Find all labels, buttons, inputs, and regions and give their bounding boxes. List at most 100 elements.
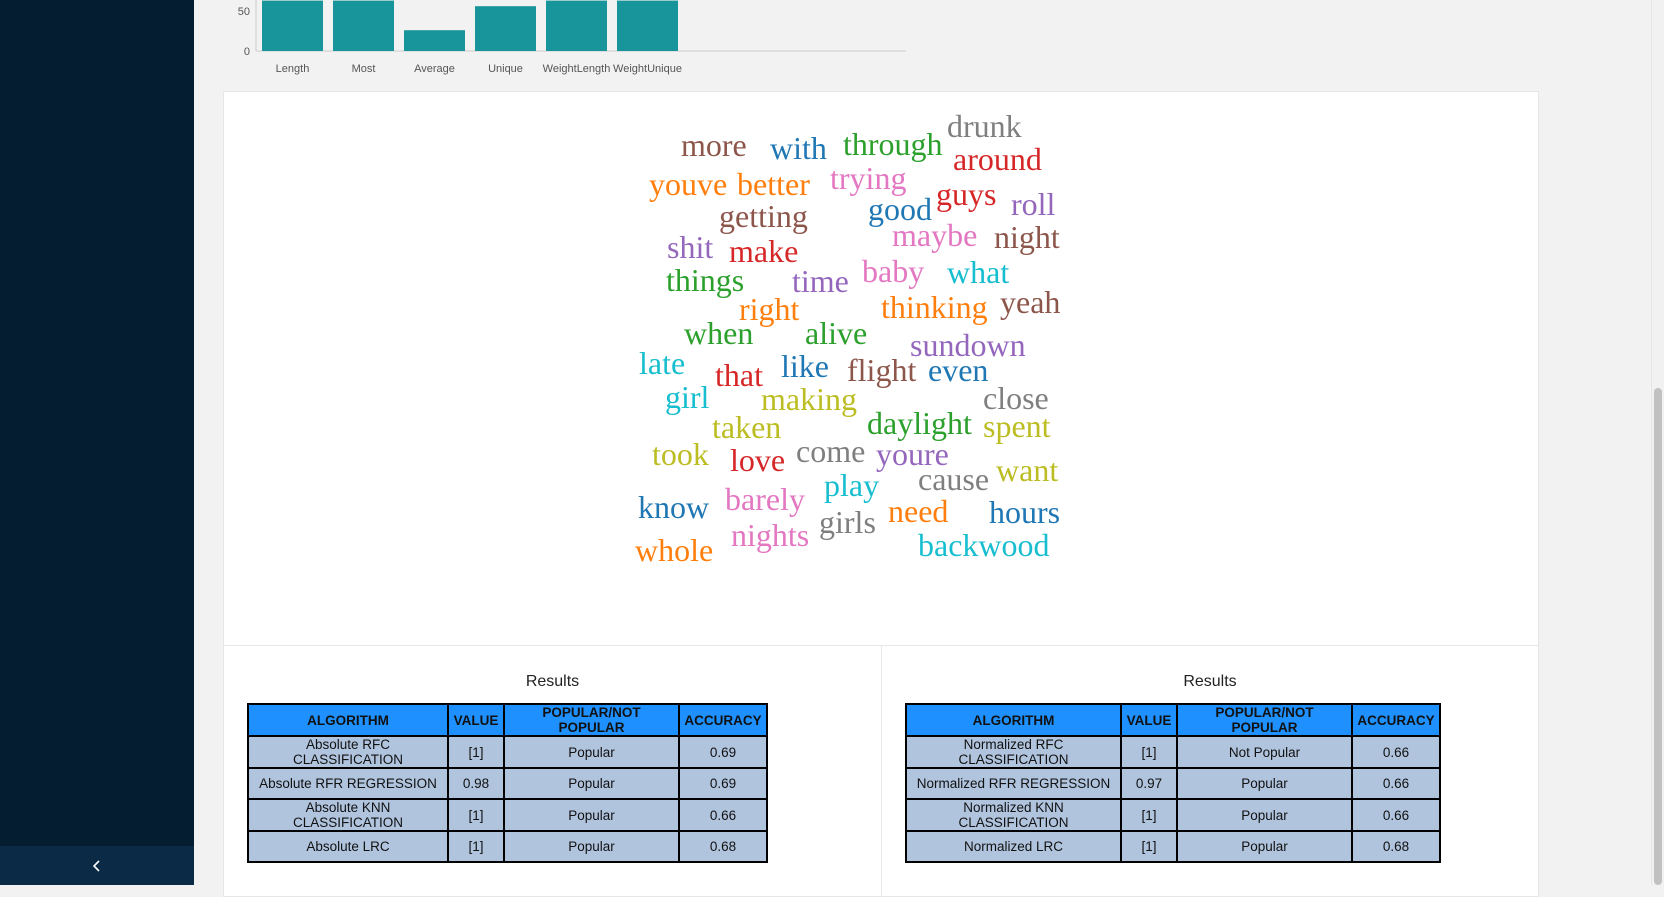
word-cloud-word: spent: [983, 408, 1051, 444]
word-cloud-word: through: [843, 126, 943, 162]
popularity-cell: Popular: [503, 798, 680, 832]
word-cloud-word: baby: [862, 253, 925, 289]
scrollbar-thumb[interactable]: [1654, 388, 1662, 885]
vertical-scrollbar[interactable]: [1651, 0, 1664, 885]
word-cloud-word: nights: [731, 517, 810, 553]
results-table-absolute: ALGORITHM VALUE POPULAR/NOT POPULAR ACCU…: [247, 703, 768, 863]
word-cloud-word: time: [792, 263, 849, 299]
popularity-cell: Popular: [503, 830, 680, 863]
column-header-popularity: POPULAR/NOT POPULAR: [503, 703, 680, 737]
value-cell: [1]: [1120, 735, 1178, 769]
value-cell: [1]: [447, 798, 505, 832]
table-row: Absolute RFC CLASSIFICATION [1] Popular …: [247, 735, 768, 769]
algorithm-cell: Absolute RFR REGRESSION: [247, 767, 449, 800]
value-cell: 0.98: [447, 767, 505, 800]
table-row: Normalized RFR REGRESSION 0.97 Popular 0…: [905, 767, 1441, 800]
word-cloud-word: like: [781, 348, 829, 384]
column-header-value: VALUE: [1120, 703, 1178, 737]
results-title: Results: [525, 673, 580, 690]
bar: [617, 0, 678, 52]
word-cloud-word: late: [639, 345, 686, 381]
word-cloud-word: come: [796, 433, 866, 469]
results-table-normalized: ALGORITHM VALUE POPULAR/NOT POPULAR ACCU…: [905, 703, 1441, 863]
chevron-left-icon: [92, 859, 100, 872]
word-cloud-word: shit: [667, 229, 714, 265]
accuracy-cell: 0.66: [1351, 798, 1441, 832]
table-header-row: ALGORITHM VALUE POPULAR/NOT POPULAR ACCU…: [247, 703, 768, 737]
algorithm-cell: Normalized LRC: [905, 830, 1122, 863]
word-cloud-word: want: [996, 452, 1059, 488]
accuracy-cell: 0.66: [1351, 735, 1441, 769]
word-cloud-word: girl: [665, 379, 710, 415]
accuracy-cell: 0.66: [678, 798, 768, 832]
word-cloud-word: barely: [725, 481, 805, 517]
word-cloud-word: alive: [805, 315, 868, 351]
value-cell: [1]: [447, 830, 505, 863]
word-cloud-word: that: [715, 357, 763, 393]
word-cloud-word: trying: [830, 160, 907, 196]
word-cloud-word: backwood: [918, 527, 1050, 563]
word-cloud-panel: more with through drunk around youve better try…: [223, 91, 1539, 647]
algorithm-cell: Absolute KNN CLASSIFICATION: [247, 798, 449, 832]
word-cloud-word: cause: [918, 461, 990, 497]
table-header-row: ALGORITHM VALUE POPULAR/NOT POPULAR ACCU…: [905, 703, 1441, 737]
algorithm-cell: Absolute LRC: [247, 830, 449, 863]
bar: [546, 0, 607, 52]
column-header-algorithm: ALGORITHM: [247, 703, 449, 737]
algorithm-cell: Normalized RFR REGRESSION: [905, 767, 1122, 800]
word-cloud-word: guys: [936, 176, 997, 212]
value-cell: 0.97: [1120, 767, 1178, 800]
bar: [475, 6, 536, 51]
popularity-cell: Popular: [503, 735, 680, 769]
value-cell: [1]: [447, 735, 505, 769]
popularity-cell: Not Popular: [1176, 735, 1353, 769]
word-cloud-word: daylight: [867, 405, 972, 441]
word-cloud-word: taken: [712, 409, 782, 445]
column-header-algorithm: ALGORITHM: [905, 703, 1122, 737]
algorithm-cell: Absolute RFC CLASSIFICATION: [247, 735, 449, 769]
word-cloud-word: thinking: [881, 289, 988, 325]
word-cloud-word: yeah: [1000, 284, 1061, 320]
table-row: Normalized LRC [1] Popular 0.68: [905, 830, 1441, 863]
word-cloud-word: roll: [1011, 186, 1056, 222]
word-cloud-word: drunk: [947, 108, 1022, 144]
bar: [262, 0, 323, 52]
sidebar-collapse-button[interactable]: [0, 846, 194, 885]
accuracy-cell: 0.69: [678, 735, 768, 769]
results-panel-normalized: Results ALGORITHM VALUE POPULAR/NOT POPU…: [881, 645, 1539, 897]
word-cloud-word: love: [730, 442, 786, 478]
table-row: Absolute LRC [1] Popular 0.68: [247, 830, 768, 863]
word-cloud-word: know: [638, 489, 710, 525]
popularity-cell: Popular: [1176, 767, 1353, 800]
bar: [333, 0, 394, 52]
word-cloud-word: need: [888, 493, 949, 529]
word-cloud-word: whole: [635, 532, 714, 568]
popularity-cell: Popular: [1176, 830, 1353, 863]
sidebar: [0, 0, 194, 885]
table-row: Absolute RFR REGRESSION 0.98 Popular 0.6…: [247, 767, 768, 800]
accuracy-cell: 0.68: [678, 830, 768, 863]
word-cloud-word: around: [953, 141, 1042, 177]
popularity-cell: Popular: [1176, 798, 1353, 832]
x-tick-label: Unique: [488, 63, 523, 75]
x-tick-label: Average: [414, 63, 455, 75]
algorithm-cell: Normalized RFC CLASSIFICATION: [905, 735, 1122, 769]
value-cell: [1]: [1120, 830, 1178, 863]
accuracy-cell: 0.68: [1351, 830, 1441, 863]
accuracy-cell: 0.69: [678, 767, 768, 800]
column-header-accuracy: ACCURACY: [1351, 703, 1441, 737]
column-header-value: VALUE: [447, 703, 505, 737]
value-cell: [1]: [1120, 798, 1178, 832]
accuracy-cell: 0.66: [1351, 767, 1441, 800]
results-title: Results: [1183, 673, 1237, 690]
word-cloud-word: even: [928, 352, 989, 388]
word-cloud-word: more: [681, 127, 747, 163]
word-cloud-word: hours: [989, 494, 1061, 530]
x-tick-label: Length: [276, 63, 310, 75]
table-row: Absolute KNN CLASSIFICATION [1] Popular …: [247, 798, 768, 832]
word-cloud-word: flight: [847, 352, 917, 388]
word-cloud-word: better: [737, 166, 810, 202]
word-cloud-word: night: [994, 219, 1060, 255]
y-tick-label: 50: [238, 6, 250, 18]
x-tick-label: WeightUnique: [613, 63, 682, 75]
